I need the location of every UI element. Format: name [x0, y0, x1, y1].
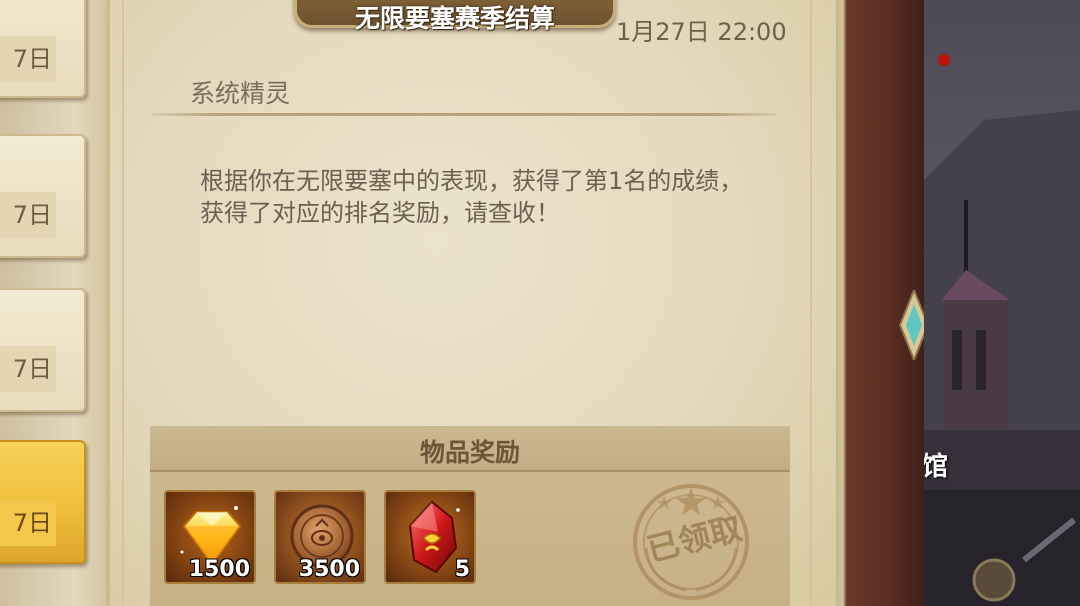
mail-body: 根据你在无限要塞中的表现，获得了第1名的成绩，获得了对应的排名奖励，请查收！: [200, 167, 744, 227]
mail-title: 无限要塞赛季结算: [354, 4, 555, 33]
mail-sender: 系统精灵: [190, 79, 291, 108]
mail-date-label: 7日: [0, 36, 56, 82]
reward-item-count: 5: [454, 557, 470, 582]
mail-title-banner: 无限要塞赛季结算: [294, 0, 616, 33]
building-label[interactable]: 馆: [924, 446, 948, 483]
mail-date-label: 7日: [0, 346, 56, 392]
mail-list-item-selected[interactable]: 7日: [0, 440, 86, 564]
reward-items-area: 1500 3500 5 已领取: [150, 472, 790, 606]
mail-list[interactable]: 7日 7日 7日 7日: [0, 0, 106, 606]
reward-item[interactable]: 3500: [274, 490, 366, 584]
mail-timestamp: 1月27日 22:00: [616, 18, 787, 46]
mail-list-item[interactable]: 7日: [0, 0, 86, 98]
castle-tower-icon: [924, 54, 1080, 606]
game-mail-screen: 7日 7日 7日 7日 无限要塞赛季结算 1月27日 22:00 系统精灵 根据…: [0, 0, 1080, 606]
mail-list-item[interactable]: 7日: [0, 288, 86, 412]
reward-item[interactable]: 5: [384, 490, 476, 584]
reward-header: 物品奖励: [150, 426, 790, 472]
reward-title: 物品奖励: [419, 438, 520, 467]
mail-date-label: 7日: [0, 192, 56, 238]
mail-date-label: 7日: [0, 500, 56, 546]
mail-detail-panel: 无限要塞赛季结算 1月27日 22:00 系统精灵 根据你在无限要塞中的表现，获…: [106, 0, 836, 606]
reward-item-count: 1500: [188, 557, 250, 582]
mail-list-item[interactable]: 7日: [0, 134, 86, 258]
divider: [152, 113, 776, 116]
reward-item-count: 3500: [298, 557, 360, 582]
claimed-stamp: 已领取: [616, 478, 766, 602]
reward-item[interactable]: 1500: [164, 490, 256, 584]
background-scene: 馆: [924, 0, 1080, 606]
